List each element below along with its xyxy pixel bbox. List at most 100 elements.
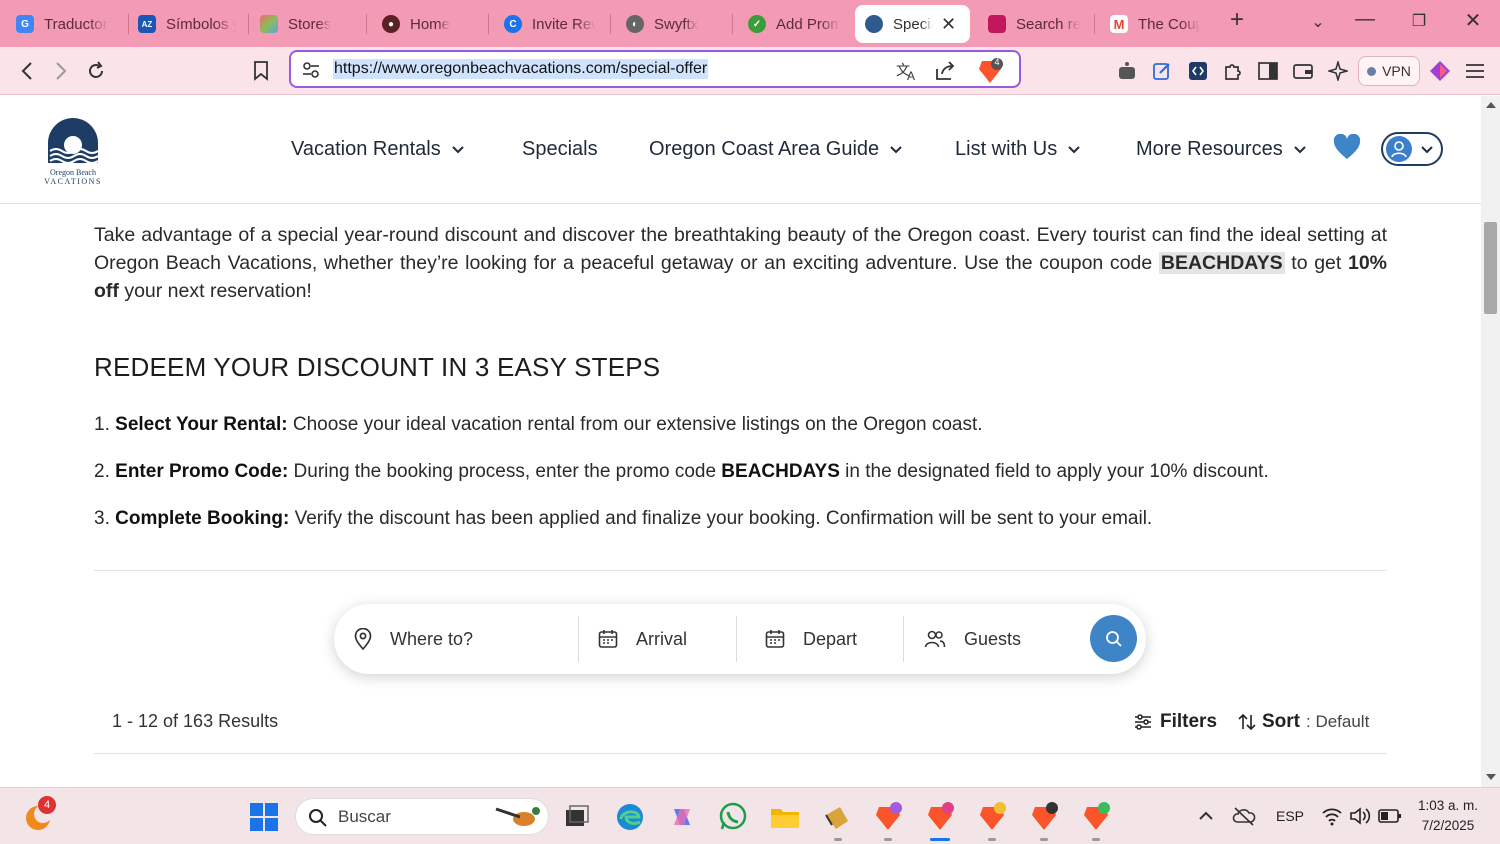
tab-add-promo[interactable]: ✓ Add Promo [738, 5, 850, 43]
bookmark-icon[interactable] [247, 57, 275, 85]
app-hand-icon[interactable] [820, 801, 852, 833]
guests-people-icon [924, 630, 946, 648]
back-arrow-icon[interactable] [13, 57, 41, 85]
arrival-date-field[interactable]: Arrival [598, 604, 738, 674]
wifi-icon[interactable] [1321, 806, 1343, 826]
filters-button[interactable]: Filters [1134, 711, 1217, 733]
tab-simbolos[interactable]: AZ Símbolos y [128, 5, 246, 43]
depart-date-field[interactable]: Depart [765, 604, 905, 674]
brave-profile-5-icon[interactable] [1080, 801, 1112, 833]
nav-vacation-rentals[interactable]: Vacation Rentals [291, 138, 465, 161]
volume-icon[interactable] [1349, 806, 1371, 826]
extensions-puzzle-icon[interactable] [1219, 57, 1247, 85]
edge-browser-icon[interactable] [614, 801, 646, 833]
address-bar[interactable]: https://www.oregonbeachvacations.com/spe… [289, 50, 1021, 88]
tab-title: Search results [1016, 15, 1080, 33]
notification-count-badge: 4 [38, 796, 56, 814]
reload-icon[interactable] [82, 57, 110, 85]
show-hidden-icons-chevron[interactable] [1196, 806, 1216, 826]
tab-stores[interactable]: Stores [250, 5, 360, 43]
tab-special-offer[interactable]: Special Offer ✕ [855, 5, 970, 43]
tab-search-results[interactable]: Search results [978, 5, 1090, 43]
scroll-down-arrow[interactable] [1486, 774, 1496, 780]
input-language[interactable]: ESP [1276, 808, 1304, 824]
translate-icon[interactable]: 文A [896, 61, 918, 81]
minimize-window-icon[interactable]: — [1350, 8, 1380, 31]
search-icon [309, 809, 327, 827]
battery-icon[interactable] [1378, 807, 1402, 825]
brave-profile-3-icon[interactable] [976, 801, 1008, 833]
brave-rewards-icon[interactable] [1426, 57, 1454, 85]
favorites-heart-icon[interactable] [1333, 134, 1361, 160]
url-text[interactable]: https://www.oregonbeachvacations.com/spe… [333, 59, 709, 79]
nav-list-with-us[interactable]: List with Us [955, 138, 1081, 161]
browser-tab-strip: G Traductor AZ Símbolos y Stores ● Home … [0, 0, 1500, 47]
close-tab-icon[interactable]: ✕ [941, 14, 956, 35]
brave-profile-4-icon[interactable] [1028, 801, 1060, 833]
coupon-code-highlight: BEACHDAYS [1158, 252, 1285, 274]
onedrive-cloud-icon[interactable] [1232, 805, 1256, 827]
clock-date: 7/2/2025 [1421, 818, 1475, 833]
search-submit-button[interactable] [1090, 615, 1137, 662]
step-enter-promo-code: 2. Enter Promo Code: During the booking … [94, 461, 1269, 482]
nav-more-resources[interactable]: More Resources [1136, 138, 1307, 161]
where-to-field[interactable]: Where to? [354, 604, 576, 674]
tab-home[interactable]: ● Home [372, 5, 482, 43]
nav-specials[interactable]: Specials [522, 138, 598, 161]
tab-traductor[interactable]: G Traductor [6, 5, 126, 43]
leo-ai-icon[interactable] [1113, 57, 1141, 85]
new-tab-plus-icon[interactable]: + [1222, 6, 1252, 34]
calendar-icon [598, 630, 618, 648]
windows-start-icon[interactable] [248, 801, 280, 833]
system-clock[interactable]: 1:03 a. m. 7/2/2025 [1412, 796, 1484, 836]
nav-oregon-coast-area-guide[interactable]: Oregon Coast Area Guide [649, 138, 903, 161]
whatsapp-icon[interactable] [717, 801, 749, 833]
wallet-icon[interactable] [1289, 57, 1317, 85]
code-extension-icon[interactable] [1184, 57, 1212, 85]
edit-note-icon[interactable] [1148, 57, 1176, 85]
logo-wordmark: Oregon Beach VACATIONS [44, 168, 102, 186]
scroll-thumb[interactable] [1484, 222, 1497, 314]
stores-icon [260, 15, 278, 33]
filter-sliders-icon [1135, 714, 1151, 730]
sidebar-toggle-icon[interactable] [1254, 57, 1282, 85]
taskbar-search-box[interactable]: Buscar [295, 798, 549, 835]
page-scrollbar[interactable] [1481, 96, 1500, 787]
rental-search-bar: Where to? Arrival Depart Guests [334, 604, 1146, 674]
search-highlight-guitar-icon [495, 807, 540, 826]
vpn-button[interactable]: VPN [1358, 56, 1420, 86]
task-view-icon[interactable] [561, 801, 593, 833]
site-settings-icon[interactable] [301, 60, 321, 80]
user-avatar-icon [1386, 136, 1412, 162]
vpn-label: VPN [1382, 63, 1411, 79]
steps-heading: REDEEM YOUR DISCOUNT IN 3 EASY STEPS [94, 352, 661, 382]
user-account-button[interactable] [1381, 132, 1443, 166]
tab-the-coupon[interactable]: M The Coupon [1100, 5, 1210, 43]
guests-field[interactable]: Guests [924, 604, 1074, 674]
brave-profile-1-icon[interactable] [872, 801, 904, 833]
vpn-status-dot [1367, 66, 1377, 76]
tab-invite-rewards[interactable]: C Invite Rewards [494, 5, 606, 43]
restore-window-icon[interactable]: ❐ [1404, 11, 1434, 31]
sort-button[interactable]: Sort: Default [1238, 711, 1369, 733]
forward-arrow-icon[interactable] [47, 57, 75, 85]
site-header: Oregon Beach VACATIONS Vacation Rentals … [0, 96, 1481, 204]
tab-title: Traductor [44, 15, 108, 33]
clock-time: 1:03 a. m. [1417, 798, 1479, 813]
file-explorer-icon[interactable] [769, 801, 801, 833]
brave-profile-2-icon[interactable] [924, 801, 956, 833]
where-to-placeholder: Where to? [390, 628, 474, 649]
tab-search-chevron-icon[interactable]: ⌄ [1303, 12, 1333, 32]
tab-swyftx[interactable]: ◐ Swyftx [616, 5, 728, 43]
google-translate-icon: G [16, 15, 34, 33]
copilot-icon[interactable] [666, 801, 698, 833]
scroll-up-arrow[interactable] [1486, 102, 1496, 108]
tab-title: Swyftx [654, 15, 699, 33]
menu-hamburger-icon[interactable] [1461, 57, 1489, 85]
browser-toolbar: https://www.oregonbeachvacations.com/spe… [0, 47, 1500, 95]
results-divider [94, 753, 1387, 754]
tab-title: Símbolos y [166, 15, 236, 33]
share-icon[interactable] [934, 61, 956, 81]
sparkle-ai-icon[interactable] [1324, 57, 1352, 85]
close-window-icon[interactable]: ✕ [1458, 8, 1488, 33]
